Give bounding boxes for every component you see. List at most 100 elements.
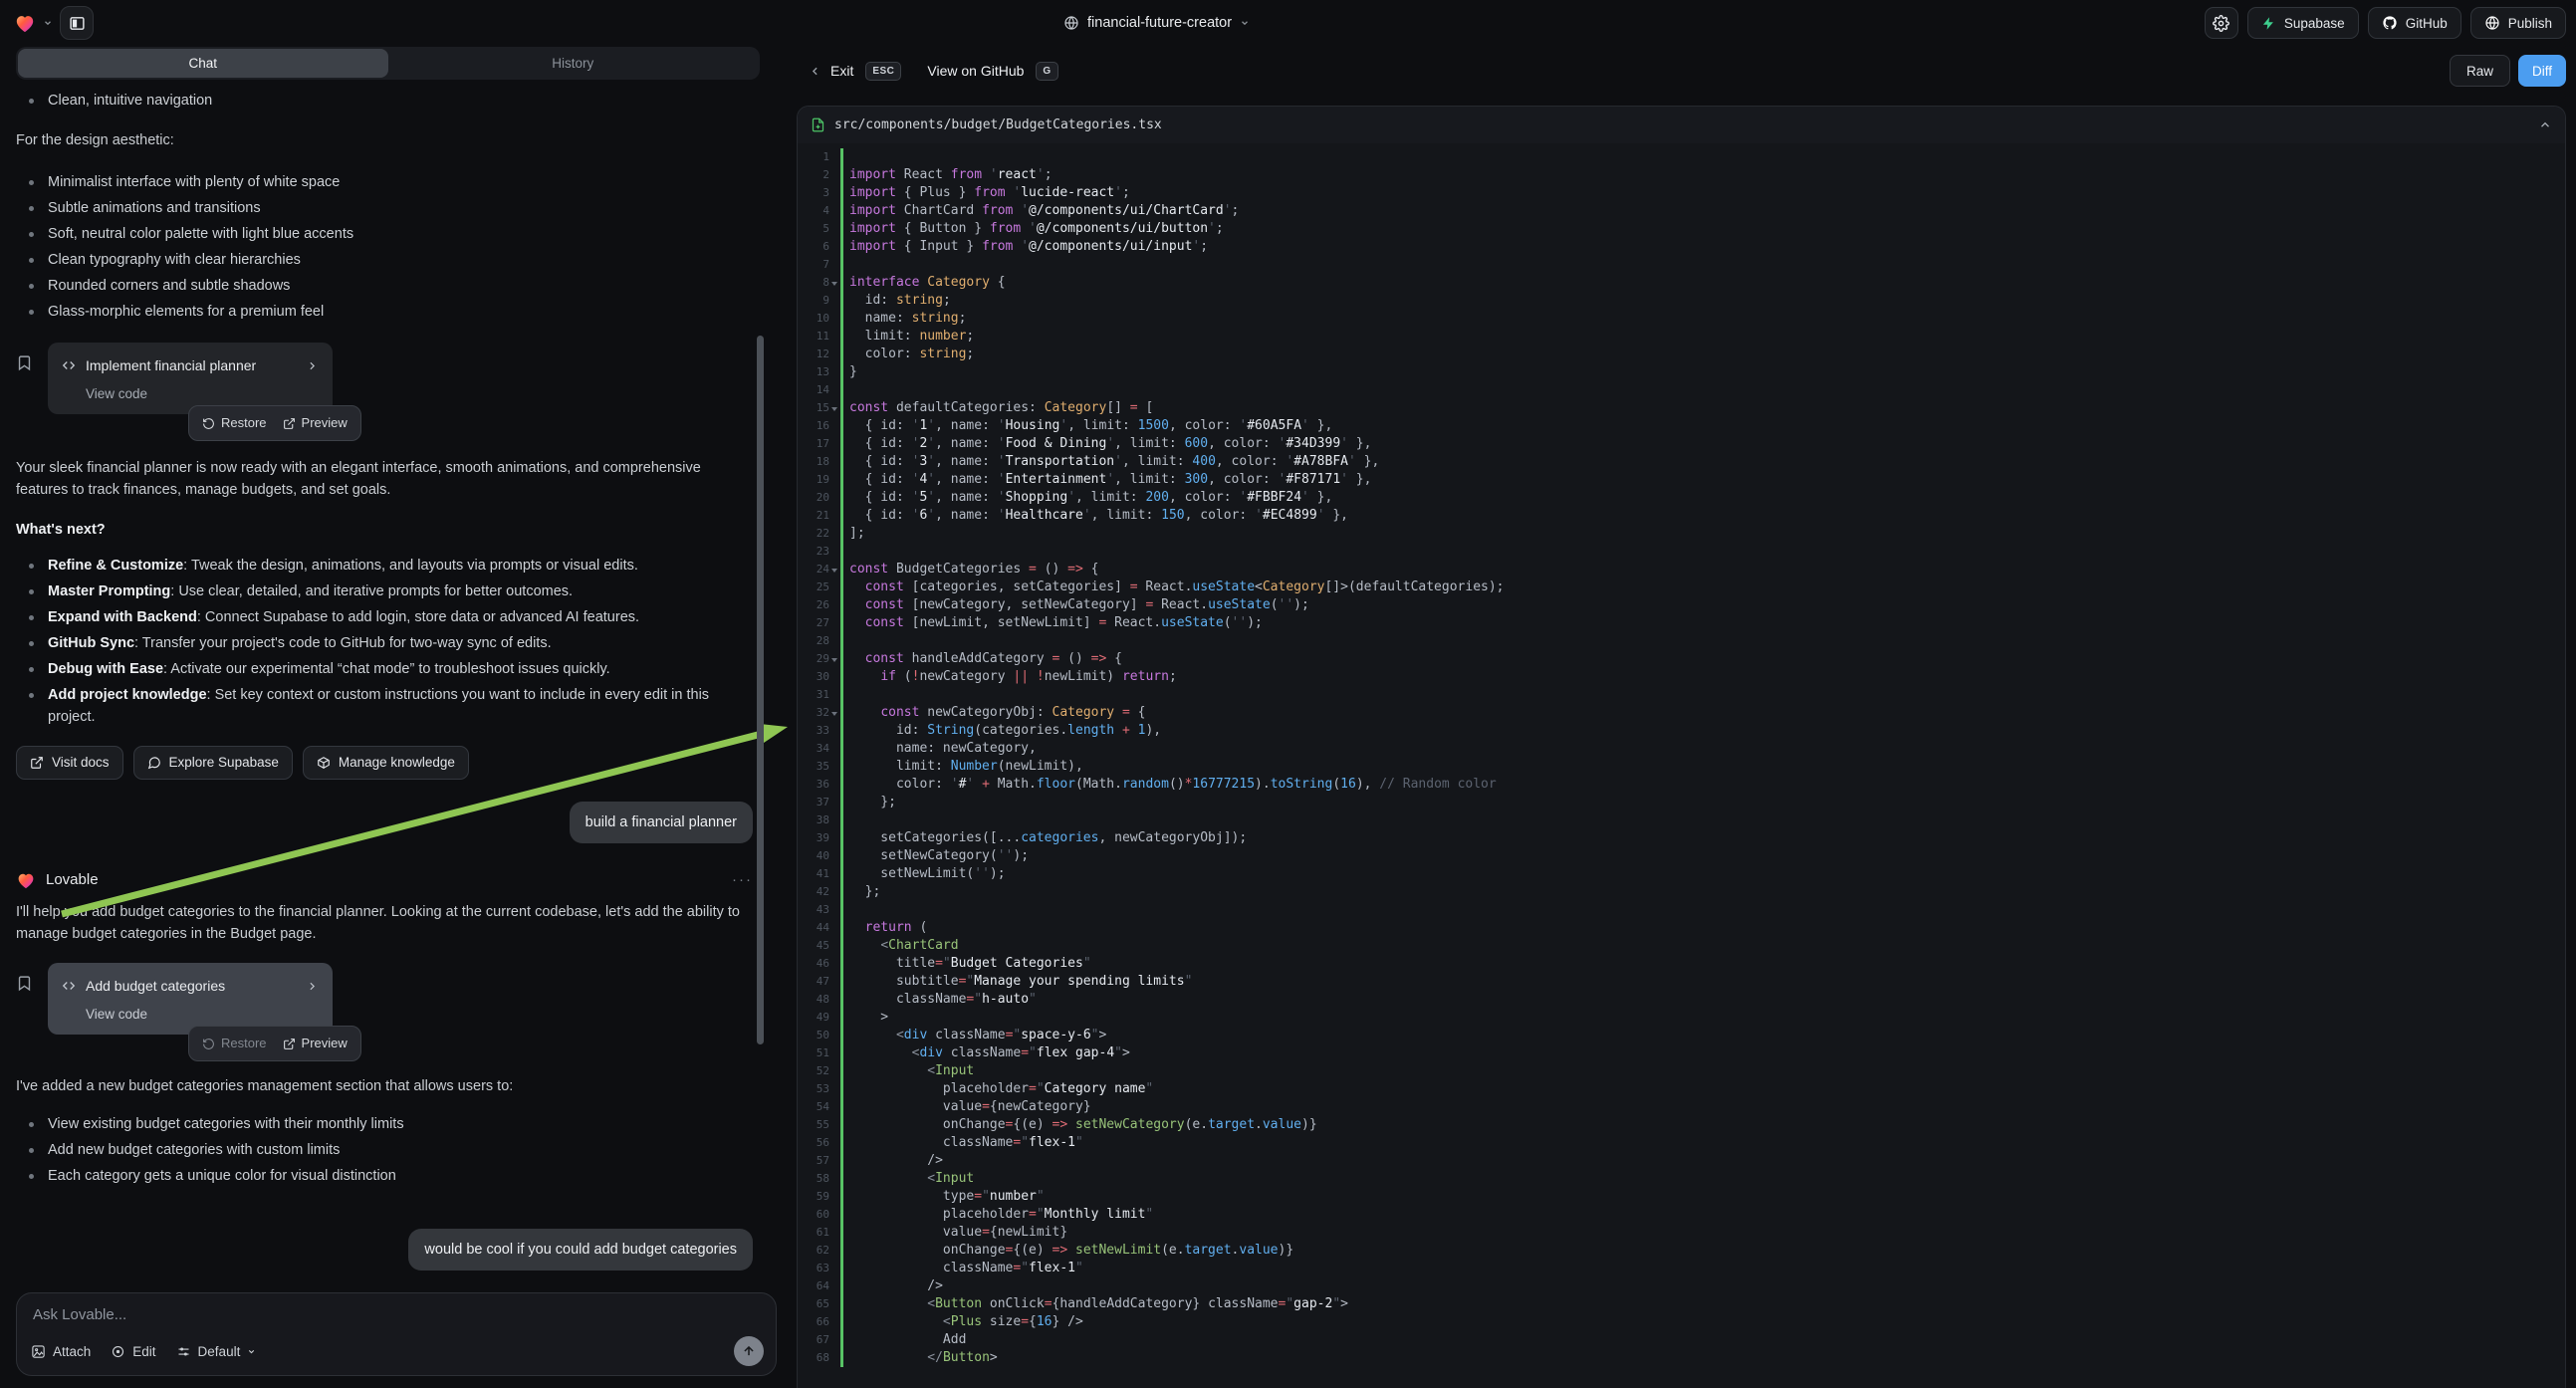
line-number-text: 5 — [822, 220, 829, 238]
supabase-button[interactable]: Supabase — [2247, 7, 2359, 39]
code-token: , color: — [1216, 454, 1286, 469]
send-button[interactable] — [734, 1336, 764, 1366]
fold-chevron-icon[interactable] — [829, 274, 840, 292]
fold-chevron-icon[interactable] — [829, 650, 840, 668]
line-number: 21 — [798, 507, 840, 525]
code-token: { — [1106, 651, 1122, 666]
code-editor[interactable]: 12import React from 'react';3import { Pl… — [798, 143, 2565, 1367]
view-on-github-button[interactable]: View on GitHub — [927, 63, 1024, 79]
fold-chevron-icon[interactable] — [829, 399, 840, 417]
code-text: { id: '6', name: 'Healthcare', limit: 15… — [840, 507, 1348, 525]
sidebar-toggle-button[interactable] — [60, 6, 94, 40]
code-token: useState — [1208, 597, 1271, 612]
visit-docs-label: Visit docs — [52, 752, 110, 774]
code-token: ' — [998, 454, 1006, 469]
project-selector[interactable]: financial-future-creator — [1063, 0, 1250, 46]
code-token: } /> — [1053, 1314, 1083, 1329]
chat-scrollbar[interactable] — [757, 336, 764, 1044]
code-token: (newLimit), — [998, 759, 1083, 774]
code-token: BudgetCategories — [888, 562, 1029, 577]
line-number: 66 — [798, 1313, 840, 1331]
code-token — [1114, 723, 1122, 738]
fold-spacer — [829, 220, 840, 238]
restore-icon — [202, 1038, 215, 1050]
code-token: }, — [1309, 490, 1332, 505]
line-number-text: 37 — [817, 794, 829, 811]
restore-button[interactable]: Restore — [202, 412, 267, 434]
code-text: className="h-auto" — [840, 991, 1037, 1009]
code-line: 42 }; — [798, 883, 2565, 901]
code-line: 63 className="flex-1" — [798, 1260, 2565, 1277]
edit-button[interactable]: Edit — [111, 1344, 155, 1359]
code-lines: 12import React from 'react';3import { Pl… — [798, 148, 2565, 1367]
attach-button[interactable]: Attach — [31, 1344, 91, 1359]
code-token: + — [1122, 723, 1130, 738]
more-menu-button[interactable]: ··· — [732, 869, 753, 891]
chevron-down-icon[interactable] — [43, 18, 53, 28]
fold-spacer — [829, 256, 840, 274]
raw-button[interactable]: Raw — [2450, 55, 2510, 87]
chevron-left-icon[interactable] — [809, 65, 821, 78]
model-selector[interactable]: Default — [176, 1344, 257, 1359]
code-token: color: — [849, 777, 951, 792]
code-line: 38 — [798, 811, 2565, 829]
tab-history[interactable]: History — [388, 49, 759, 78]
code-token: newLimit) — [1045, 669, 1122, 684]
settings-button[interactable] — [2205, 7, 2238, 39]
diff-added-indicator — [840, 148, 843, 1367]
code-token: , color: — [1208, 436, 1278, 451]
line-number-text: 63 — [817, 1260, 829, 1277]
diff-button[interactable]: Diff — [2518, 55, 2566, 87]
line-number: 48 — [798, 991, 840, 1009]
code-token: id: — [849, 723, 927, 738]
code-token: . — [1255, 1117, 1263, 1132]
file-path-bar[interactable]: src/components/budget/BudgetCategories.t… — [798, 107, 2565, 143]
preview-button[interactable]: Preview — [283, 412, 348, 434]
preview-label: Preview — [302, 412, 348, 434]
supabase-icon — [2261, 16, 2276, 31]
line-number: 67 — [798, 1331, 840, 1349]
publish-button[interactable]: Publish — [2470, 7, 2566, 39]
manage-knowledge-button[interactable]: Manage knowledge — [303, 746, 469, 780]
code-token: ; — [959, 311, 967, 326]
line-number: 30 — [798, 668, 840, 686]
code-token: Housing — [1006, 418, 1060, 433]
preview-button[interactable]: Preview — [283, 1033, 348, 1054]
sliders-icon — [176, 1344, 191, 1359]
code-token: " — [1091, 1028, 1099, 1042]
code-text: Add — [840, 1331, 966, 1349]
line-number: 7 — [798, 256, 840, 274]
tab-chat[interactable]: Chat — [18, 49, 388, 78]
change-card[interactable]: Implement financial planner View code — [48, 343, 333, 414]
view-code-link[interactable]: View code — [86, 1004, 319, 1022]
code-token — [1067, 1117, 1075, 1132]
composer[interactable]: Ask Lovable... Attach Edit Default — [16, 1292, 777, 1376]
change-card-selected[interactable]: Add budget categories View code — [48, 963, 333, 1035]
code-token: onChange — [849, 1117, 1006, 1132]
fold-spacer — [829, 417, 840, 435]
visit-docs-button[interactable]: Visit docs — [16, 746, 123, 780]
view-code-link[interactable]: View code — [86, 383, 319, 401]
composer-placeholder[interactable]: Ask Lovable... — [33, 1306, 760, 1323]
code-token: handleAddCategory — [904, 651, 1053, 666]
fold-chevron-icon[interactable] — [829, 561, 840, 578]
fold-spacer — [829, 776, 840, 794]
line-number-text: 30 — [817, 668, 829, 686]
code-token: , limit: — [1114, 472, 1184, 487]
github-button[interactable]: GitHub — [2368, 7, 2461, 39]
code-line: 2import React from 'react'; — [798, 166, 2565, 184]
fold-chevron-icon[interactable] — [829, 704, 840, 722]
explore-supabase-button[interactable]: Explore Supabase — [133, 746, 293, 780]
lovable-logo[interactable] — [14, 13, 36, 33]
exit-button[interactable]: Exit — [830, 63, 853, 79]
restore-label: Restore — [221, 1033, 267, 1054]
code-token: ' — [927, 418, 935, 433]
code-token: + — [982, 777, 990, 792]
line-number-text: 66 — [817, 1313, 829, 1331]
restore-button[interactable]: Restore — [202, 1033, 267, 1054]
code-text: > — [840, 1009, 888, 1027]
manage-knowledge-label: Manage knowledge — [339, 752, 455, 774]
bookmark-icon[interactable] — [16, 343, 36, 441]
collapse-code-button[interactable] — [2538, 118, 2552, 132]
bookmark-icon[interactable] — [16, 963, 36, 1061]
